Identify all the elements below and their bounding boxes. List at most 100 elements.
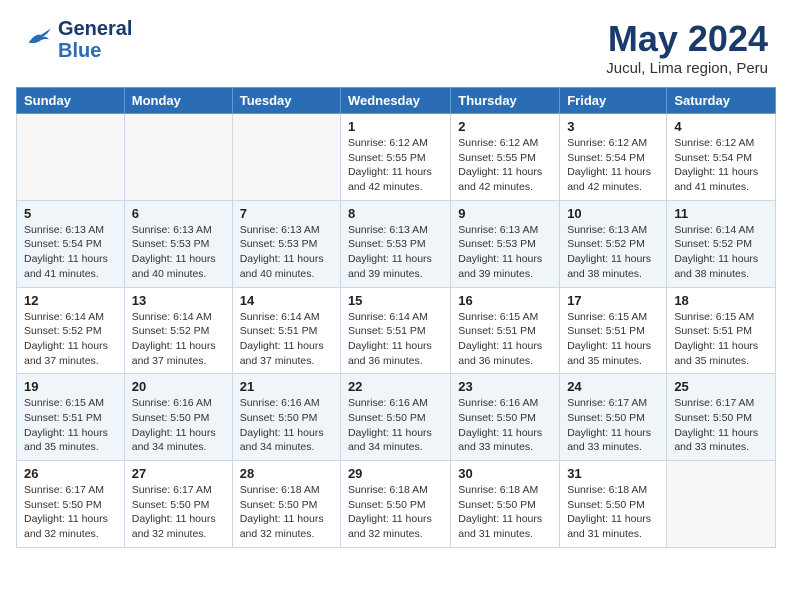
day-info: Sunrise: 6:13 AMSunset: 5:52 PMDaylight:… (567, 223, 659, 282)
calendar-wrap: Sunday Monday Tuesday Wednesday Thursday… (0, 87, 792, 556)
table-row: 8Sunrise: 6:13 AMSunset: 5:53 PMDaylight… (340, 200, 450, 287)
table-row: 7 Sunrise: 6:13 AMSunset: 5:53 PMDaylight… (232, 200, 340, 287)
day-number: 13 (132, 293, 225, 308)
table-row: 21Sunrise: 6:16 AMSunset: 5:50 PMDayligh… (232, 374, 340, 461)
header-saturday: Saturday (667, 88, 776, 114)
day-number: 12 (24, 293, 117, 308)
header-wednesday: Wednesday (340, 88, 450, 114)
day-number: 27 (132, 466, 225, 481)
day-number: 18 (674, 293, 768, 308)
table-row: 29 Sunrise: 6:18 AMSunset: 5:50 PMDayligh… (340, 461, 450, 548)
table-row: 13 Sunrise: 6:14 AMSunset: 5:52 PMDayligh… (124, 287, 232, 374)
table-row (667, 461, 776, 548)
day-number: 28 (240, 466, 333, 481)
day-info: Sunrise: 6:14 AMSunset: 5:52 PMDaylight:… (24, 310, 117, 369)
table-row: 20Sunrise: 6:16 AMSunset: 5:50 PMDayligh… (124, 374, 232, 461)
page-container: General Blue May 2024 Jucul, Lima region… (0, 0, 792, 556)
day-number: 10 (567, 206, 659, 221)
day-info: Sunrise: 6:18 AMSunset: 5:50 PMDaylight:… (348, 483, 443, 542)
day-number: 25 (674, 379, 768, 394)
day-number: 30 (458, 466, 552, 481)
calendar-week-row: 19 Sunrise: 6:15 AMSunset: 5:51 PMDayligh… (17, 374, 776, 461)
table-row (17, 114, 125, 201)
day-info: Sunrise: 6:13 AMSunset: 5:54 PMDaylight:… (24, 223, 117, 282)
day-info: Sunrise: 6:12 AMSunset: 5:55 PMDaylight:… (348, 136, 443, 195)
day-number: 23 (458, 379, 552, 394)
day-number: 17 (567, 293, 659, 308)
logo-blue: Blue (58, 40, 132, 62)
table-row: 30 Sunrise: 6:18 AMSunset: 5:50 PMDayligh… (451, 461, 560, 548)
day-info: Sunrise: 6:16 AMSunset: 5:50 PMDaylight:… (348, 396, 443, 455)
table-row: 14Sunrise: 6:14 AMSunset: 5:51 PMDayligh… (232, 287, 340, 374)
table-row: 19 Sunrise: 6:15 AMSunset: 5:51 PMDayligh… (17, 374, 125, 461)
day-info: Sunrise: 6:13 AMSunset: 5:53 PMDaylight:… (458, 223, 552, 282)
day-info: Sunrise: 6:15 AMSunset: 5:51 PMDaylight:… (567, 310, 659, 369)
day-info: Sunrise: 6:17 AMSunset: 5:50 PMDaylight:… (24, 483, 117, 542)
table-row: 10 Sunrise: 6:13 AMSunset: 5:52 PMDayligh… (560, 200, 667, 287)
table-row: 3Sunrise: 6:12 AMSunset: 5:54 PMDaylight… (560, 114, 667, 201)
day-number: 26 (24, 466, 117, 481)
table-row: 5Sunrise: 6:13 AMSunset: 5:54 PMDaylight… (17, 200, 125, 287)
calendar-week-row: 12 Sunrise: 6:14 AMSunset: 5:52 PMDayligh… (17, 287, 776, 374)
table-row: 25 Sunrise: 6:17 AMSunset: 5:50 PMDayligh… (667, 374, 776, 461)
table-row: 31 Sunrise: 6:18 AMSunset: 5:50 PMDayligh… (560, 461, 667, 548)
table-row: 18 Sunrise: 6:15 AMSunset: 5:51 PMDayligh… (667, 287, 776, 374)
day-info: Sunrise: 6:12 AMSunset: 5:54 PMDaylight:… (674, 136, 768, 195)
header-sunday: Sunday (17, 88, 125, 114)
table-row: 15Sunrise: 6:14 AMSunset: 5:51 PMDayligh… (340, 287, 450, 374)
table-row: 22 Sunrise: 6:16 AMSunset: 5:50 PMDayligh… (340, 374, 450, 461)
table-row: 27Sunrise: 6:17 AMSunset: 5:50 PMDayligh… (124, 461, 232, 548)
day-number: 4 (674, 119, 768, 134)
month-title: May 2024 (606, 18, 768, 60)
day-info: Sunrise: 6:17 AMSunset: 5:50 PMDaylight:… (674, 396, 768, 455)
logo-text: General Blue (58, 18, 132, 62)
bird-icon (24, 27, 52, 49)
day-number: 1 (348, 119, 443, 134)
day-info: Sunrise: 6:18 AMSunset: 5:50 PMDaylight:… (458, 483, 552, 542)
day-info: Sunrise: 6:13 AMSunset: 5:53 PMDaylight:… (240, 223, 333, 282)
table-row (124, 114, 232, 201)
day-number: 2 (458, 119, 552, 134)
table-row: 6 Sunrise: 6:13 AMSunset: 5:53 PMDaylight… (124, 200, 232, 287)
day-info: Sunrise: 6:18 AMSunset: 5:50 PMDaylight:… (240, 483, 333, 542)
day-info: Sunrise: 6:13 AMSunset: 5:53 PMDaylight:… (132, 223, 225, 282)
weekday-header-row: Sunday Monday Tuesday Wednesday Thursday… (17, 88, 776, 114)
header: General Blue May 2024 Jucul, Lima region… (0, 0, 792, 87)
day-number: 20 (132, 379, 225, 394)
table-row: 17 Sunrise: 6:15 AMSunset: 5:51 PMDayligh… (560, 287, 667, 374)
table-row: 9 Sunrise: 6:13 AMSunset: 5:53 PMDaylight… (451, 200, 560, 287)
day-number: 14 (240, 293, 333, 308)
day-number: 29 (348, 466, 443, 481)
table-row: 4 Sunrise: 6:12 AMSunset: 5:54 PMDaylight… (667, 114, 776, 201)
day-info: Sunrise: 6:15 AMSunset: 5:51 PMDaylight:… (674, 310, 768, 369)
day-info: Sunrise: 6:14 AMSunset: 5:51 PMDaylight:… (348, 310, 443, 369)
day-number: 7 (240, 206, 333, 221)
day-number: 11 (674, 206, 768, 221)
day-number: 22 (348, 379, 443, 394)
title-block: May 2024 Jucul, Lima region, Peru (606, 18, 768, 77)
day-info: Sunrise: 6:15 AMSunset: 5:51 PMDaylight:… (24, 396, 117, 455)
day-info: Sunrise: 6:16 AMSunset: 5:50 PMDaylight:… (458, 396, 552, 455)
table-row: 26 Sunrise: 6:17 AMSunset: 5:50 PMDayligh… (17, 461, 125, 548)
header-tuesday: Tuesday (232, 88, 340, 114)
day-info: Sunrise: 6:14 AMSunset: 5:52 PMDaylight:… (132, 310, 225, 369)
day-info: Sunrise: 6:16 AMSunset: 5:50 PMDaylight:… (240, 396, 333, 455)
calendar-week-row: 5Sunrise: 6:13 AMSunset: 5:54 PMDaylight… (17, 200, 776, 287)
day-number: 6 (132, 206, 225, 221)
day-number: 24 (567, 379, 659, 394)
day-number: 19 (24, 379, 117, 394)
day-info: Sunrise: 6:18 AMSunset: 5:50 PMDaylight:… (567, 483, 659, 542)
day-number: 9 (458, 206, 552, 221)
table-row: 12 Sunrise: 6:14 AMSunset: 5:52 PMDayligh… (17, 287, 125, 374)
day-info: Sunrise: 6:14 AMSunset: 5:52 PMDaylight:… (674, 223, 768, 282)
calendar-table: Sunday Monday Tuesday Wednesday Thursday… (16, 87, 776, 548)
logo-general: General (58, 18, 132, 40)
day-info: Sunrise: 6:17 AMSunset: 5:50 PMDaylight:… (567, 396, 659, 455)
header-friday: Friday (560, 88, 667, 114)
day-number: 3 (567, 119, 659, 134)
day-number: 31 (567, 466, 659, 481)
day-number: 8 (348, 206, 443, 221)
table-row: 23 Sunrise: 6:16 AMSunset: 5:50 PMDayligh… (451, 374, 560, 461)
table-row (232, 114, 340, 201)
calendar-week-row: 26 Sunrise: 6:17 AMSunset: 5:50 PMDayligh… (17, 461, 776, 548)
